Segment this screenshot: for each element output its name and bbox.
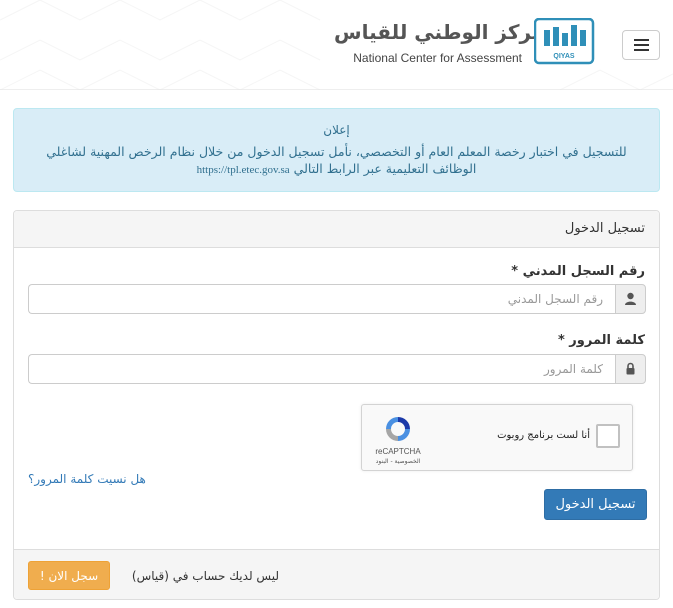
login-panel-header: تسجيل الدخول — [14, 211, 659, 248]
announcement-alert: إعلان للتسجيل في اختبار رخصة المعلم العا… — [13, 108, 660, 192]
lock-icon — [626, 362, 635, 375]
no-account-text: ليس لديك حساب في (قياس) — [131, 569, 279, 583]
password-label: كلمة المرور * — [557, 333, 645, 348]
announcement-line-2: الوظائف التعليمية عبر الرابط التالي — [293, 161, 477, 176]
login-button[interactable]: تسجيل الدخول — [544, 489, 647, 520]
announcement-body: للتسجيل في اختبار رخصة المعلم العام أو ا… — [32, 143, 641, 179]
recaptcha-checkbox[interactable] — [596, 424, 620, 448]
signup-button[interactable]: سجل الان ! — [28, 561, 110, 590]
qiyas-logo[interactable]: المركز الوطني للقياس National Center for… — [334, 18, 599, 70]
site-header: المركز الوطني للقياس National Center for… — [0, 0, 673, 90]
national-id-label: رقم السجل المدني * — [511, 264, 645, 279]
recaptcha-terms-links[interactable]: الخصوصية - البنود — [366, 458, 430, 465]
logo-mark-label: QIYAS — [553, 53, 574, 60]
recaptcha-icon — [386, 417, 410, 441]
login-panel-title: تسجيل الدخول — [564, 221, 645, 236]
logo-english-name: National Center for Assessment — [353, 51, 522, 65]
login-panel: تسجيل الدخول رقم السجل المدني * كلمة الم… — [13, 210, 660, 600]
hamburger-menu-button[interactable] — [622, 30, 660, 60]
national-id-addon — [615, 284, 646, 314]
password-input[interactable] — [28, 354, 615, 384]
forgot-password-link[interactable]: هل نسيت كلمة المرور؟ — [28, 472, 146, 486]
user-icon — [625, 292, 636, 305]
recaptcha-brand: reCAPTCHA — [375, 447, 421, 456]
recaptcha-widget: أنا لست برنامج روبوت reCAPTCHA الخصوصية … — [361, 404, 633, 471]
login-panel-footer: ليس لديك حساب في (قياس) سجل الان ! — [14, 549, 659, 599]
national-id-input[interactable] — [28, 284, 615, 314]
announcement-title: إعلان — [323, 123, 350, 137]
announcement-line-1: للتسجيل في اختبار رخصة المعلم العام أو ا… — [46, 144, 627, 159]
password-group — [28, 354, 646, 384]
password-addon — [615, 354, 646, 384]
qiyas-logo-mark: QIYAS — [534, 18, 595, 65]
logo-arabic-name: المركز الوطني للقياس — [334, 20, 560, 44]
national-id-group — [28, 284, 646, 314]
recaptcha-label: أنا لست برنامج روبوت — [497, 430, 590, 441]
announcement-link[interactable]: https://tpl.etec.gov.sa — [197, 164, 290, 176]
